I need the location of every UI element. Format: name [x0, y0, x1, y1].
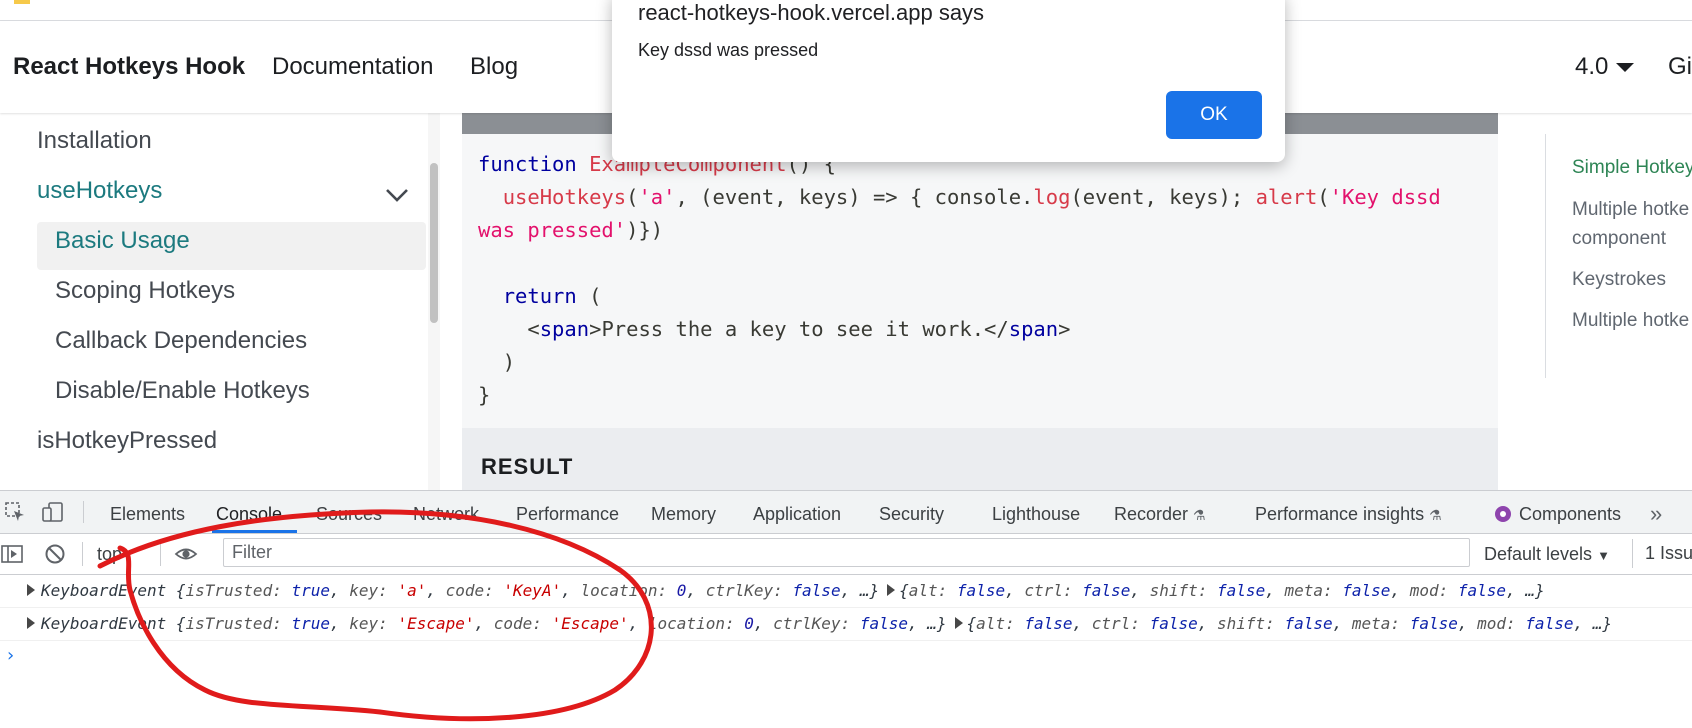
sidebar-item-callback-dependencies[interactable]: Callback Dependencies: [55, 327, 307, 355]
console-toolbar: top Default levels ▼ 1 Issu: [0, 534, 1692, 575]
inspect-element-icon[interactable]: [4, 501, 26, 523]
version-label: 4.0: [1575, 53, 1609, 80]
console-log-text: KeyboardEvent {isTrusted: true, key: 'Es…: [41, 614, 1612, 633]
device-toolbar-icon[interactable]: [42, 501, 64, 523]
devtools-tabbar: Elements Console Sources Network Perform…: [0, 491, 1692, 534]
console-filter-input[interactable]: [223, 538, 1470, 567]
expand-triangle-icon[interactable]: [27, 584, 35, 596]
console-log-text: KeyboardEvent {isTrusted: true, key: 'a'…: [41, 581, 1545, 600]
docs-sidebar: Installation useHotkeys Basic Usage Scop…: [0, 113, 440, 490]
tab-console[interactable]: Console: [216, 504, 282, 525]
tab-lighthouse[interactable]: Lighthouse: [992, 504, 1080, 525]
log-levels-label: Default levels: [1484, 544, 1593, 564]
expand-triangle-icon[interactable]: [27, 617, 35, 629]
experiment-flask-icon: ⚗: [1193, 507, 1206, 523]
sidebar-item-disable-enable-hotkeys[interactable]: Disable/Enable Hotkeys: [55, 377, 310, 405]
active-tab-indicator: [212, 530, 297, 533]
sidebar-scrollbar-thumb[interactable]: [430, 163, 438, 323]
toc-item-multiple-hotkeys-component-cont[interactable]: component: [1572, 223, 1666, 254]
tab-security[interactable]: Security: [879, 504, 944, 525]
tab-favicon: [14, 0, 30, 4]
sidebar-item-usehotkeys[interactable]: useHotkeys: [37, 177, 162, 205]
tab-components[interactable]: Components: [1495, 504, 1621, 525]
tab-application[interactable]: Application: [753, 504, 841, 525]
ok-button[interactable]: OK: [1166, 91, 1262, 139]
console-output: KeyboardEvent {isTrusted: true, key: 'a'…: [0, 575, 1692, 728]
tab-performance[interactable]: Performance: [516, 504, 619, 525]
tab-components-label: Components: [1519, 504, 1622, 524]
context-selector[interactable]: top: [97, 544, 122, 565]
tab-recorder[interactable]: Recorder ⚗: [1114, 504, 1206, 525]
caret-down-icon: [1616, 63, 1635, 73]
nav-link-documentation[interactable]: Documentation: [272, 53, 433, 81]
tab-elements[interactable]: Elements: [110, 504, 185, 525]
sidebar-toggle-icon[interactable]: [0, 542, 24, 566]
live-expression-eye-icon[interactable]: [174, 542, 198, 566]
tab-recorder-label: Recorder: [1114, 504, 1189, 524]
console-prompt-icon[interactable]: ›: [5, 645, 16, 666]
log-levels-dropdown[interactable]: Default levels ▼: [1484, 544, 1610, 565]
tab-sources[interactable]: Sources: [316, 504, 382, 525]
alert-title: react-hotkeys-hook.vercel.app says: [638, 0, 985, 25]
more-tabs-icon[interactable]: »: [1650, 501, 1662, 527]
sidebar-item-basic-usage[interactable]: Basic Usage: [55, 227, 190, 255]
tabbar-separator: [83, 501, 84, 523]
tab-memory[interactable]: Memory: [651, 504, 716, 525]
sidebar-item-ishotkeypressed[interactable]: isHotkeyPressed: [37, 427, 217, 455]
toc-item-keystrokes[interactable]: Keystrokes: [1572, 264, 1666, 295]
tab-network[interactable]: Network: [413, 504, 479, 525]
console-log-row[interactable]: KeyboardEvent {isTrusted: true, key: 'Es…: [0, 608, 1692, 641]
nav-link-github[interactable]: Gi: [1668, 53, 1692, 81]
toc-item-simple-hotkey[interactable]: Simple Hotkey: [1572, 152, 1692, 183]
issues-counter[interactable]: 1 Issu: [1632, 539, 1692, 568]
devtools-panel: Elements Console Sources Network Perform…: [0, 490, 1692, 728]
sidebar-item-installation[interactable]: Installation: [37, 127, 152, 155]
expand-triangle-icon[interactable]: [887, 584, 896, 596]
nav-link-blog[interactable]: Blog: [470, 53, 518, 81]
chevron-down-icon[interactable]: [384, 186, 410, 204]
code-editor[interactable]: function ExampleComponent() { useHotkeys…: [462, 134, 1498, 428]
alert-message: Key dssd was pressed: [638, 40, 819, 60]
result-label: RESULT: [481, 454, 574, 479]
table-of-contents: Simple Hotkey Multiple hotke component K…: [1545, 134, 1692, 378]
toolbar-separator: [82, 542, 83, 566]
code-content: function ExampleComponent() { useHotkeys…: [478, 152, 1441, 407]
react-components-icon: [1495, 506, 1511, 522]
caret-down-icon: ▼: [1597, 548, 1610, 563]
sidebar-item-scoping-hotkeys[interactable]: Scoping Hotkeys: [55, 277, 235, 305]
clear-console-icon[interactable]: [43, 542, 67, 566]
tab-performance-insights[interactable]: Performance insights ⚗: [1255, 504, 1442, 525]
expand-triangle-icon[interactable]: [954, 617, 963, 629]
console-log-row[interactable]: KeyboardEvent {isTrusted: true, key: 'a'…: [0, 575, 1692, 608]
experiment-flask-icon: ⚗: [1429, 507, 1442, 523]
toc-item-multiple-hotkeys-component[interactable]: Multiple hotke: [1572, 194, 1689, 225]
brand-logo-text[interactable]: React Hotkeys Hook: [13, 53, 245, 81]
toc-item-multiple-hotkeys[interactable]: Multiple hotke: [1572, 305, 1689, 336]
toolbar-separator: [160, 542, 161, 566]
version-dropdown[interactable]: 4.0: [1575, 53, 1635, 81]
alert-dialog: react-hotkeys-hook.vercel.app says Key d…: [612, 0, 1285, 162]
tab-performance-insights-label: Performance insights: [1255, 504, 1425, 524]
result-section-header: RESULT: [462, 428, 1498, 490]
